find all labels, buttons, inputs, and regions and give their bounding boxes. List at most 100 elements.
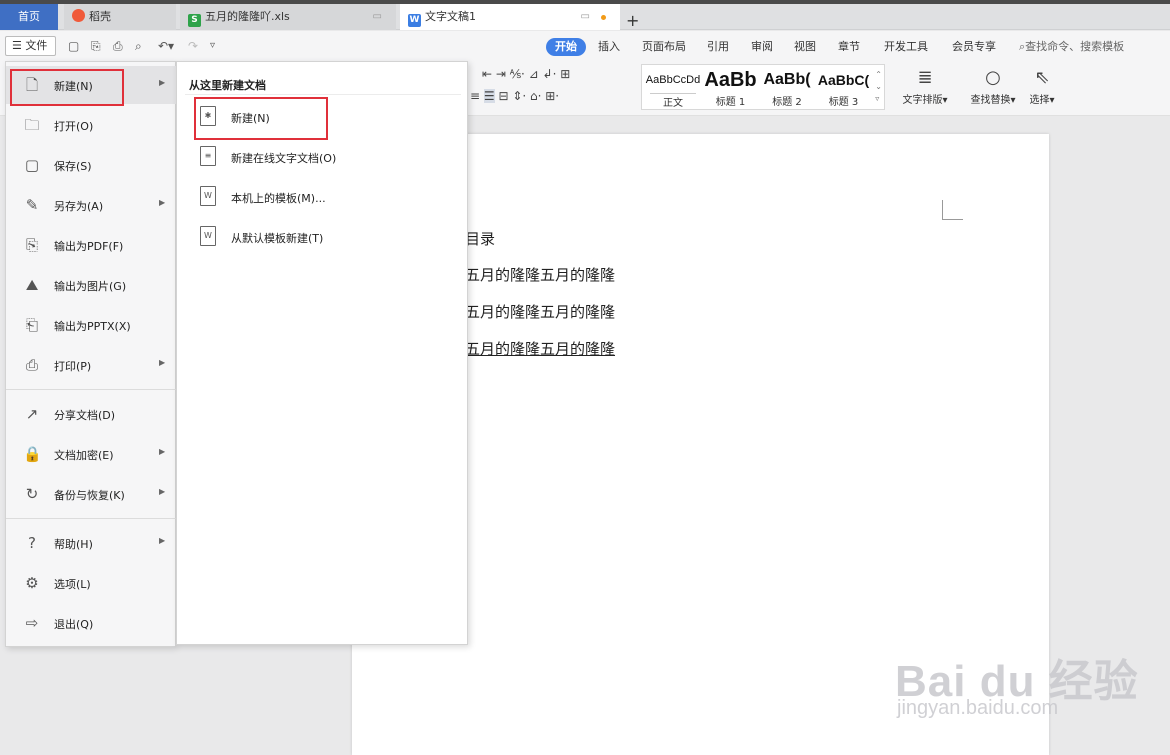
tab-home[interactable]: 首页	[0, 4, 58, 30]
save-icon: ▢	[24, 156, 40, 174]
menu-item-save[interactable]: ▢ 保存(S)	[6, 146, 176, 184]
customize-chevron-icon[interactable]: ▿	[210, 36, 215, 56]
style-gallery: AaBbCcDd 正文 AaBb 标题 1 AaBb( 标题 2 AaBbC( …	[641, 64, 885, 110]
style-heading-1[interactable]: AaBb 标题 1	[702, 65, 759, 111]
submenu-item-new-online[interactable]: ≡ 新建在线文字文档(O)	[195, 142, 455, 172]
align-justify-icon[interactable]: ≡ ☰ ⊟ ⇕· ⌂· ⊞·	[470, 89, 559, 103]
gallery-scroll-icon[interactable]: ⌃ ⌄ ▿	[875, 69, 882, 105]
menu-item-exit[interactable]: ⇨ 退出(Q)	[6, 604, 176, 642]
menu-item-label: 输出为PPTX(X)	[54, 320, 131, 333]
style-heading-3[interactable]: AaBbC( 标题 3	[815, 65, 872, 111]
menu-item-backup[interactable]: ↻ 备份与恢复(K) ▶	[6, 475, 176, 513]
menu-item-label: 输出为图片(G)	[54, 280, 127, 293]
ribbon-tab-section[interactable]: 章节	[838, 38, 860, 56]
file-menu: 🗋 新建(N) ▶ 🗀 打开(O) ▢ 保存(S) ✎ 另存为(A) ▶ ⎘ 输出为PDF(F…	[5, 61, 176, 647]
find-replace-label: 查找替换	[970, 95, 1011, 106]
ribbon-tab-insert[interactable]: 插入	[598, 38, 620, 56]
text-layout-icon: ≣	[917, 67, 933, 88]
encrypt-icon: 🔒	[23, 445, 42, 463]
menu-item-export-pptx[interactable]: ⎗ 输出为PPTX(X)	[6, 306, 176, 344]
submenu-item-label: 从默认模板新建(T)	[231, 232, 324, 245]
style-heading-2[interactable]: AaBb( 标题 2	[759, 65, 815, 111]
ribbon-tab-view[interactable]: 视图	[794, 38, 816, 56]
menu-item-share[interactable]: ↗ 分享文档(D)	[6, 395, 176, 433]
redo-icon[interactable]: ↷	[188, 36, 198, 56]
tab-doc[interactable]: W 文字文稿1 ▭	[400, 4, 620, 30]
help-icon: ?	[28, 534, 36, 552]
export-icon[interactable]: ⎘	[91, 36, 101, 56]
tab-bar: 首页 稻壳 S 五月的隆隆吖.xls ▭ W 文字文稿1 ▭ +	[0, 4, 1170, 30]
monitor-icon[interactable]: ▭	[581, 4, 590, 30]
menu-item-label: 帮助(H)	[54, 538, 93, 551]
tab-home-label: 首页	[18, 10, 40, 23]
menu-item-label: 分享文档(D)	[54, 409, 116, 422]
daoke-icon	[72, 9, 85, 22]
submenu-divider	[185, 94, 461, 95]
menu-item-options[interactable]: ⚙ 选项(L)	[6, 564, 176, 602]
style-heading-1-caption: 标题 1	[715, 97, 746, 108]
magnifier-icon: ○	[985, 67, 1001, 88]
gear-icon: ⚙	[25, 574, 39, 592]
undo-icon[interactable]: ↶▾	[158, 36, 174, 56]
ribbon-tab-layout[interactable]: 页面布局	[642, 38, 686, 56]
menu-item-label: 打印(P)	[54, 360, 92, 373]
folder-icon: 🗀	[24, 116, 40, 134]
menu-item-export-image[interactable]: ⛰ 输出为图片(G)	[6, 266, 176, 304]
ribbon-tab-developer[interactable]: 开发工具	[884, 38, 928, 56]
submenu-item-local-template[interactable]: W 本机上的模板(M)...	[195, 182, 455, 212]
chevron-right-icon: ▶	[159, 447, 166, 456]
watermark-url: jingyan.baidu.com	[897, 697, 1059, 719]
writer-icon: W	[408, 14, 421, 27]
list-indent-icon[interactable]: ⇤ ⇥ ⅍· ⊿ ↲· ⊞	[482, 67, 570, 81]
hamburger-icon: ☰	[12, 39, 22, 52]
file-menu-button[interactable]: ☰ 文件	[5, 36, 56, 56]
menu-item-export-pdf[interactable]: ⎘ 输出为PDF(F)	[6, 226, 176, 264]
cursor-icon: ⇖	[1034, 67, 1050, 88]
spreadsheet-icon: S	[188, 14, 201, 27]
submenu-item-label: 本机上的模板(M)...	[231, 192, 326, 205]
doc-line-3[interactable]: 五月的隆隆五月的隆隆	[465, 338, 615, 359]
menu-item-encrypt[interactable]: 🔒 文档加密(E) ▶	[6, 435, 176, 473]
submenu-item-default-template[interactable]: W 从默认模板新建(T)	[195, 222, 455, 252]
menu-item-label: 输出为PDF(F)	[54, 240, 124, 253]
menu-item-label: 备份与恢复(K)	[54, 489, 125, 502]
menu-item-label: 另存为(A)	[54, 200, 104, 213]
tab-xls[interactable]: S 五月的隆隆吖.xls ▭	[180, 4, 396, 30]
ribbon-tab-member[interactable]: 会员专享	[952, 38, 996, 56]
exit-icon: ⇨	[25, 614, 39, 632]
chevron-right-icon: ▶	[159, 487, 166, 496]
doc-line-2[interactable]: 五月的隆隆五月的隆隆	[465, 301, 615, 322]
print-icon[interactable]: ⎙	[113, 36, 123, 56]
text-layout-button[interactable]: ≣ 文字排版▾	[897, 65, 953, 106]
menu-item-label: 文档加密(E)	[54, 449, 114, 462]
command-search-label: 查找命令、搜索模板	[1025, 40, 1125, 53]
text-layout-label: 文字排版	[902, 95, 943, 106]
style-normal-caption: 正文	[650, 93, 696, 109]
monitor-icon[interactable]: ▭	[373, 4, 382, 30]
ribbon-tab-references[interactable]: 引用	[707, 38, 729, 56]
ribbon-tab-start[interactable]: 开始	[546, 38, 586, 56]
style-heading-3-preview: AaBbC(	[817, 72, 870, 88]
toolbar: ☰ 文件 ▢ ⎘ ⎙ ⌕ ↶▾ ↷ ▿ 开始 插入 页面布局 引用 审阅 视图 …	[0, 31, 1170, 61]
print-preview-icon[interactable]: ⌕	[135, 36, 142, 56]
submenu-item-label: 新建在线文字文档(O)	[231, 152, 337, 165]
style-normal[interactable]: AaBbCcDd 正文	[644, 65, 702, 111]
chevron-right-icon: ▶	[159, 536, 166, 545]
doc-line-1[interactable]: 五月的隆隆五月的隆隆	[465, 264, 615, 285]
ribbon-tab-review[interactable]: 审阅	[751, 38, 773, 56]
select-button[interactable]: ⇖ 选择▾	[1024, 65, 1060, 106]
doc-toc-heading[interactable]: 目录	[465, 228, 495, 249]
chevron-right-icon: ▶	[159, 78, 166, 87]
menu-item-save-as[interactable]: ✎ 另存为(A) ▶	[6, 186, 176, 224]
baidu-watermark: Bai du 经验 jingyan.baidu.com	[895, 645, 1139, 719]
page-corner-mark	[942, 200, 963, 220]
unsaved-dot-icon	[601, 15, 606, 20]
tab-daoke[interactable]: 稻壳	[64, 4, 176, 30]
save-icon[interactable]: ▢	[68, 36, 79, 56]
find-replace-button[interactable]: ○ 查找替换▾	[966, 65, 1020, 106]
command-search[interactable]: ⌕查找命令、搜索模板	[1019, 38, 1124, 56]
chevron-right-icon: ▶	[159, 358, 166, 367]
menu-item-open[interactable]: 🗀 打开(O)	[6, 106, 176, 144]
menu-item-help[interactable]: ? 帮助(H) ▶	[6, 524, 176, 562]
menu-item-print[interactable]: ⎙ 打印(P) ▶	[6, 346, 176, 384]
